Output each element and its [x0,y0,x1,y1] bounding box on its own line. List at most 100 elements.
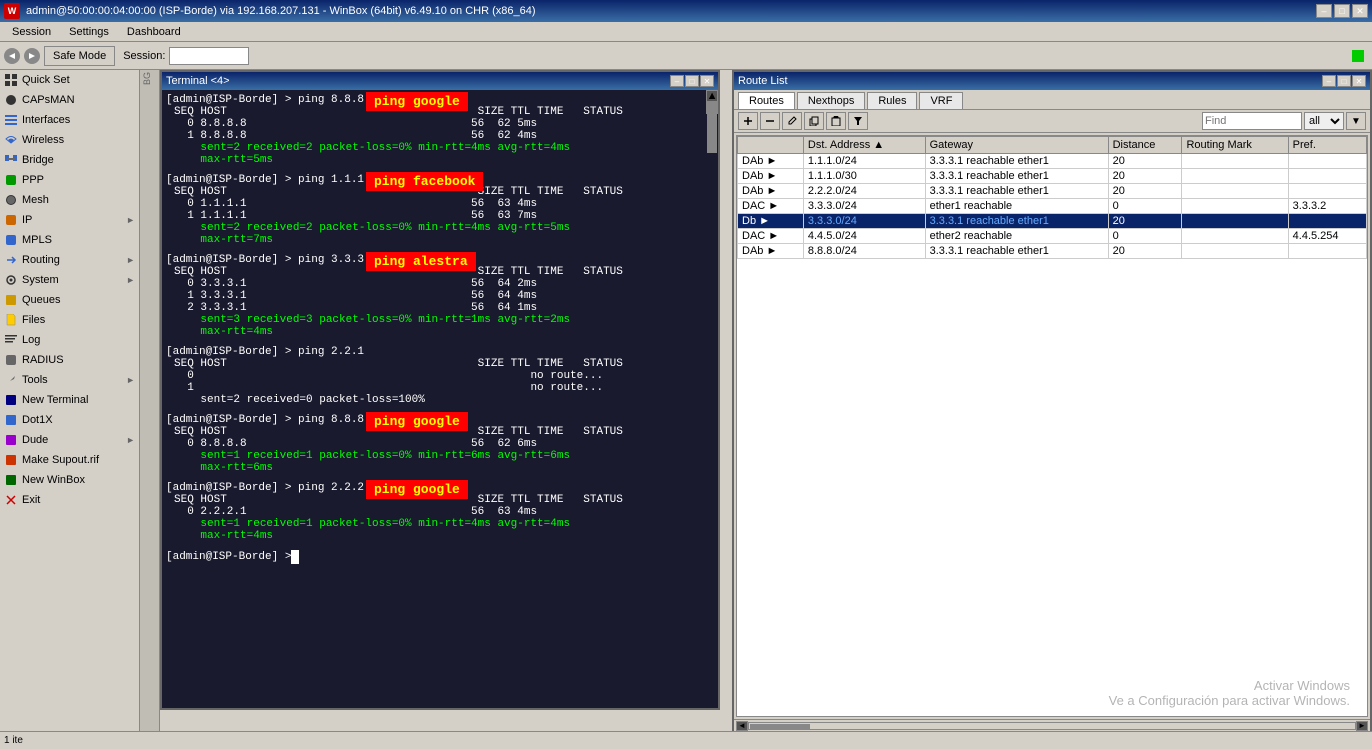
table-row[interactable]: DAb ► 8.8.8.0/24 3.3.3.1 reachable ether… [738,244,1367,259]
sidebar-item-bridge[interactable]: Bridge [0,150,139,170]
cell-mark [1182,199,1288,214]
prompt-line: [admin@ISP-Borde] > [166,550,704,564]
dude-label: Dude [22,434,48,446]
route-remove-btn[interactable] [760,112,780,130]
session-input[interactable] [169,47,249,65]
hscroll-right-btn[interactable]: ► [1356,721,1368,731]
sidebar-item-radius[interactable]: RADIUS [0,350,139,370]
status-items: 1 ite [4,735,23,746]
quickset-label: Quick Set [22,74,70,86]
sidebar-item-queues[interactable]: Queues [0,290,139,310]
route-dropdown-btn[interactable]: ▼ [1346,112,1366,130]
table-row[interactable]: DAb ► 1.1.1.0/24 3.3.3.1 reachable ether… [738,154,1367,169]
result-1-0: 0 8.8.8.8 56 62 5ms [166,118,704,130]
route-title-buttons[interactable]: – □ ✕ [1322,75,1366,87]
cell-gateway: ether2 reachable [925,229,1108,244]
sidebar-item-routing[interactable]: Routing ► [0,250,139,270]
sidebar-item-dot1x[interactable]: Dot1X [0,410,139,430]
route-maximize-btn[interactable]: □ [1337,75,1351,87]
safe-mode-button[interactable]: Safe Mode [44,46,115,66]
table-row[interactable]: Db ► 3.3.3.0/24 3.3.3.1 reachable ether1… [738,214,1367,229]
menu-settings[interactable]: Settings [61,24,117,40]
files-icon [4,313,18,327]
table-row[interactable]: DAC ► 4.4.5.0/24 ether2 reachable 0 4.4.… [738,229,1367,244]
tab-nexthops[interactable]: Nexthops [797,92,865,109]
toolbar: Safe Mode Session: [0,42,1372,70]
hscroll-thumb[interactable] [750,724,810,730]
route-copy-btn[interactable] [804,112,824,130]
table-row[interactable]: DAb ► 2.2.2.0/24 3.3.3.1 reachable ether… [738,184,1367,199]
table-row[interactable]: DAC ► 3.3.3.0/24 ether1 reachable 0 3.3.… [738,199,1367,214]
supout-icon [4,453,18,467]
minimize-button[interactable]: – [1316,4,1332,18]
menu-dashboard[interactable]: Dashboard [119,24,189,40]
route-search-input[interactable] [1202,112,1302,130]
terminal-maximize-btn[interactable]: □ [685,75,699,87]
scroll-thumb[interactable] [707,103,717,153]
watermark-line2: Ve a Configuración para activar Windows. [1109,693,1350,708]
route-edit-btn[interactable] [782,112,802,130]
col-dst[interactable]: Dst. Address ▲ [803,137,925,154]
sidebar-item-quickset[interactable]: Quick Set [0,70,139,90]
tab-vrf[interactable]: VRF [919,92,963,109]
col-pref[interactable]: Pref. [1288,137,1366,154]
close-button[interactable]: ✕ [1352,4,1368,18]
col-flags[interactable] [738,137,804,154]
sidebar-item-log[interactable]: Log [0,330,139,350]
tools-icon [4,373,18,387]
route-filter-dropdown[interactable]: all [1304,112,1344,130]
sidebar-item-supout[interactable]: Make Supout.rif [0,450,139,470]
sidebar-item-newwinbox[interactable]: New WinBox [0,470,139,490]
dude-expand-icon: ► [126,435,135,445]
quickset-icon [4,73,18,87]
title-buttons[interactable]: – □ ✕ [1316,4,1368,18]
table-row[interactable]: DAb ► 1.1.1.0/30 3.3.3.1 reachable ether… [738,169,1367,184]
sidebar-item-wireless[interactable]: Wireless [0,130,139,150]
sidebar-item-ppp[interactable]: PPP [0,170,139,190]
sidebar-item-exit[interactable]: Exit [0,490,139,510]
ping-alestra-label: ping alestra [366,252,476,271]
result-3-2: 2 3.3.3.1 56 64 1ms [166,302,704,314]
sidebar-item-dude[interactable]: Dude ► [0,430,139,450]
terminal-close-btn[interactable]: ✕ [700,75,714,87]
sidebar-item-system[interactable]: System ► [0,270,139,290]
menu-session[interactable]: Session [4,24,59,40]
route-hscrollbar[interactable]: ◄ ► [734,719,1370,731]
route-minimize-btn[interactable]: – [1322,75,1336,87]
routing-expand-icon: ► [126,255,135,265]
terminal-minimize-btn[interactable]: – [670,75,684,87]
cell-gateway: 3.3.3.1 reachable ether1 [925,214,1108,229]
mpls-label: MPLS [22,234,52,246]
route-add-btn[interactable] [738,112,758,130]
sidebar-item-capsman[interactable]: CAPsMAN [0,90,139,110]
cell-pref [1288,184,1366,199]
sidebar-item-newterminal[interactable]: New Terminal [0,390,139,410]
route-filter-btn[interactable] [848,112,868,130]
route-close-btn[interactable]: ✕ [1352,75,1366,87]
col-distance[interactable]: Distance [1108,137,1182,154]
sidebar-item-tools[interactable]: Tools ► [0,370,139,390]
tab-rules[interactable]: Rules [867,92,917,109]
route-paste-btn[interactable] [826,112,846,130]
col-mark[interactable]: Routing Mark [1182,137,1288,154]
terminal-body[interactable]: [admin@ISP-Borde] > ping 8.8.8.8 ping go… [162,90,718,708]
sidebar-item-interfaces[interactable]: Interfaces [0,110,139,130]
maximize-button[interactable]: □ [1334,4,1350,18]
sidebar-item-files[interactable]: Files [0,310,139,330]
newterminal-icon [4,393,18,407]
tab-routes[interactable]: Routes [738,92,795,109]
sidebar-item-ip[interactable]: IP ► [0,210,139,230]
cell-flags: DAb ► [738,154,804,169]
terminal-scrollbar[interactable]: ▲ ▼ [706,90,718,114]
sidebar-item-mesh[interactable]: Mesh [0,190,139,210]
scroll-up-btn[interactable]: ▲ [706,90,718,102]
hscroll-left-btn[interactable]: ◄ [736,721,748,731]
back-icon [4,48,20,64]
terminal-title-buttons[interactable]: – □ ✕ [670,75,714,87]
ping-google-label-2: ping google [366,412,468,431]
result-6-0: 0 2.2.2.1 56 63 4ms [166,506,704,518]
sidebar-item-mpls[interactable]: MPLS [0,230,139,250]
bg-panel: BG [140,70,160,731]
col-gateway[interactable]: Gateway [925,137,1108,154]
cell-mark [1182,214,1288,229]
